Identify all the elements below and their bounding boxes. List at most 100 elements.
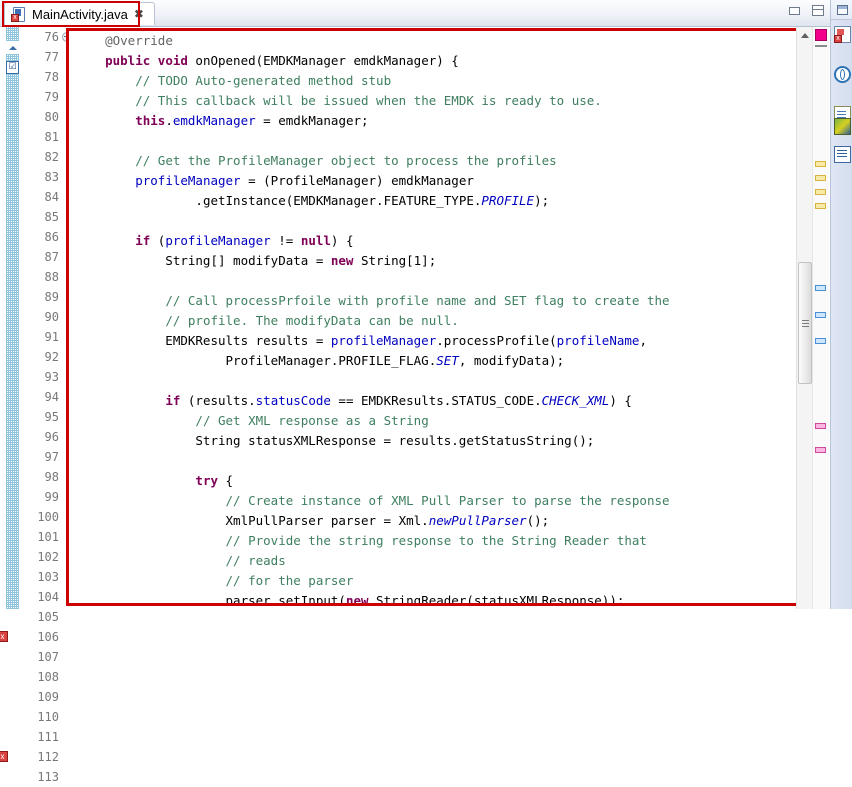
debug-icon[interactable]	[834, 118, 851, 135]
code-line[interactable]	[69, 451, 795, 471]
code-token: EMDKResults results =	[75, 333, 331, 348]
code-token: profileManager	[331, 333, 436, 348]
line-number: 88	[19, 267, 63, 287]
code-line[interactable]: String[] modifyData = new String[1];	[69, 251, 795, 271]
java-editor-icon[interactable]	[834, 26, 851, 43]
code-line[interactable]: // Provide the string response to the St…	[69, 531, 795, 551]
code-line[interactable]: if (results.statusCode == EMDKResults.ST…	[69, 391, 795, 411]
error-overlay-icon: x	[11, 14, 19, 22]
line-number: 95	[19, 407, 63, 427]
code-line[interactable]: .getInstance(EMDKManager.FEATURE_TYPE.PR…	[69, 191, 795, 211]
code-line[interactable]	[69, 371, 795, 391]
code-line[interactable]: // Get XML response as a String	[69, 411, 795, 431]
code-area: ☑ 76777879808182838485868788899091929394…	[0, 27, 830, 609]
tab-mainactivity-java[interactable]: x MainActivity.java ✖	[4, 2, 155, 25]
overview-marker-warn[interactable]	[815, 203, 826, 209]
code-line[interactable]: public void onOpened(EMDKManager emdkMan…	[69, 51, 795, 71]
code-line[interactable]: // TODO Auto-generated method stub	[69, 71, 795, 91]
code-line[interactable]: this.emdkManager = emdkManager;	[69, 111, 795, 131]
line-number: 93	[19, 367, 63, 387]
code-line[interactable]: try {	[69, 471, 795, 491]
code-line[interactable]: // Create instance of XML Pull Parser to…	[69, 491, 795, 511]
right-fast-view-bar	[830, 0, 852, 609]
code-line[interactable]: // for the parser	[69, 571, 795, 591]
overview-ruler[interactable]	[812, 27, 829, 609]
overview-marker-info[interactable]	[815, 312, 826, 318]
code-line[interactable]: parser.setInput(new StringReader(statusX…	[69, 591, 795, 603]
minimize-icon[interactable]	[789, 7, 800, 15]
line-number: 103	[19, 567, 63, 587]
code-token	[75, 153, 135, 168]
code-token: null	[301, 233, 331, 248]
overview-marker-warn[interactable]	[815, 175, 826, 181]
code-text-viewport[interactable]: @Override public void onOpened(EMDKManag…	[69, 31, 795, 603]
collapse-all-icon[interactable]	[6, 41, 19, 54]
code-token: profileManager	[165, 233, 270, 248]
scrollbar-thumb[interactable]	[798, 262, 812, 384]
code-token: statusCode	[256, 393, 331, 408]
code-token: (	[150, 233, 165, 248]
code-token: public	[105, 53, 150, 68]
gutter-error-marker[interactable]: x	[0, 750, 15, 764]
tab-label: MainActivity.java	[32, 7, 128, 22]
code-token	[75, 473, 195, 488]
overview-marker-warn[interactable]	[815, 189, 826, 195]
code-token: if	[165, 393, 180, 408]
code-token: // reads	[226, 553, 286, 568]
code-token: // Create instance of XML Pull Parser to…	[226, 493, 670, 508]
fast-view-pin-icon[interactable]	[831, 0, 852, 20]
ide-window: x MainActivity.java ✖ ☑ 7677787980818283…	[0, 0, 852, 609]
task-marker-icon[interactable]: ☑	[6, 61, 19, 74]
line-number-gutter[interactable]: 7677787980818283848586878889909192939495…	[19, 27, 63, 609]
browser-icon[interactable]	[834, 66, 851, 83]
code-line[interactable]: XmlPullParser parser = Xml.newPullParser…	[69, 511, 795, 531]
overview-marker-info[interactable]	[815, 285, 826, 291]
code-line[interactable]: // This callback will be issued when the…	[69, 91, 795, 111]
code-token: ) {	[609, 393, 632, 408]
code-line[interactable]: // profile. The modifyData can be null.	[69, 311, 795, 331]
code-token: StringReader(statusXMLResponse));	[369, 593, 625, 603]
code-token: = (ProfileManager) emdkManager	[241, 173, 474, 188]
gutter-error-marker[interactable]: x	[0, 630, 15, 644]
overview-marker-search[interactable]	[815, 447, 826, 453]
console-icon[interactable]	[834, 146, 851, 163]
error-marker-icon: x	[0, 631, 8, 642]
code-line[interactable]: @Override	[69, 31, 795, 51]
code-line[interactable]: EMDKResults results = profileManager.pro…	[69, 331, 795, 351]
error-marker-icon: x	[0, 751, 8, 762]
overview-marker-info[interactable]	[815, 338, 826, 344]
code-line[interactable]: // Call processPrfoile with profile name…	[69, 291, 795, 311]
line-number: 98	[19, 467, 63, 487]
overview-marker-search[interactable]	[815, 423, 826, 429]
overview-marker-warn[interactable]	[815, 161, 826, 167]
code-line[interactable]: // Get the ProfileManager object to proc…	[69, 151, 795, 171]
code-line[interactable]	[69, 271, 795, 291]
maximize-icon[interactable]	[812, 5, 824, 16]
line-number: 90	[19, 307, 63, 327]
code-line[interactable]	[69, 131, 795, 151]
code-line[interactable]: String statusXMLResponse = results.getSt…	[69, 431, 795, 451]
code-line[interactable]: ProfileManager.PROFILE_FLAG.SET, modifyD…	[69, 351, 795, 371]
code-token: CHECK_XML	[542, 393, 610, 408]
scroll-up-arrow-icon[interactable]	[797, 27, 813, 43]
code-token: ) {	[331, 233, 354, 248]
line-number: 80	[19, 107, 63, 127]
code-token: onOpened(EMDKManager emdkManager) {	[188, 53, 459, 68]
code-token: String[1];	[353, 253, 436, 268]
code-line[interactable]: if (profileManager != null) {	[69, 231, 795, 251]
change-annotation-ruler[interactable]: ☑	[6, 27, 19, 609]
code-token: ();	[527, 513, 550, 528]
line-number: 84	[19, 187, 63, 207]
code-token: .	[165, 113, 173, 128]
code-token: .processProfile(	[436, 333, 556, 348]
code-token: profileName	[557, 333, 640, 348]
code-line[interactable]: profileManager = (ProfileManager) emdkMa…	[69, 171, 795, 191]
code-line[interactable]: // reads	[69, 551, 795, 571]
vertical-scrollbar[interactable]	[796, 27, 813, 609]
code-line[interactable]	[69, 211, 795, 231]
close-icon[interactable]: ✖	[134, 8, 144, 20]
code-token	[75, 413, 195, 428]
code-token	[75, 553, 226, 568]
overview-error-summary-icon[interactable]	[815, 29, 827, 41]
code-token: ,	[639, 333, 647, 348]
